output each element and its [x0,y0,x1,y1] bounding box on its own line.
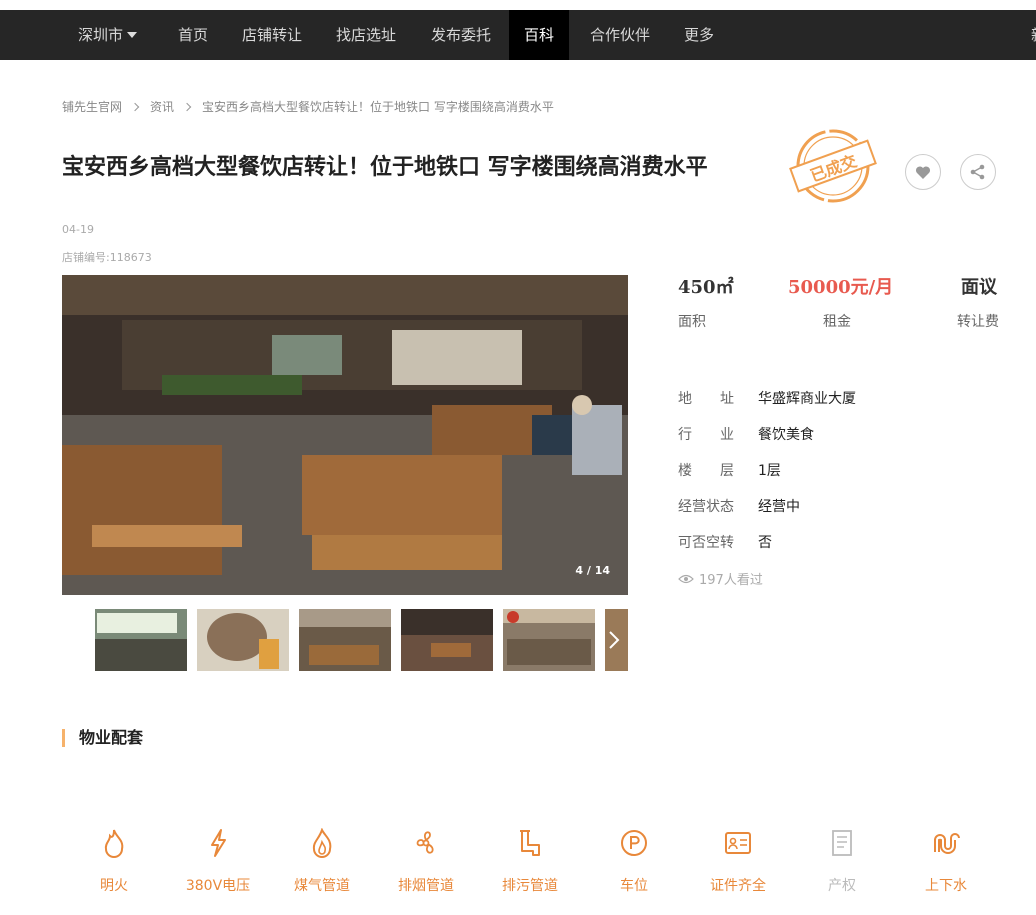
detail-key: 地 址 [678,391,734,407]
detail-key: 行 业 [678,427,734,443]
detail-key: 经营状态 [678,499,734,515]
amenity-label: 车位 [620,878,648,894]
nav-item-more[interactable]: 更多 [684,10,714,60]
favorite-button[interactable] [905,154,941,190]
sold-stamp: 已成交 [788,128,878,204]
view-count: 197人看过 [678,569,763,588]
pipe-icon [520,830,540,856]
detail-value: 餐饮美食 [758,427,814,443]
parking-icon [621,830,647,856]
stat-transfer-fee-value: 面议 [961,277,997,298]
view-count-text: 197人看过 [699,573,763,588]
stat-area: 450㎡ 面积 [678,273,734,331]
detail-value: 华盛辉商业大厦 [758,391,856,407]
amenity-label: 排烟管道 [398,878,454,894]
water-pipe-icon [934,833,960,854]
amenity-label: 煤气管道 [294,878,350,894]
main-photo[interactable]: 4 / 14 [62,275,628,595]
amenity-open-fire: 明火 [62,828,166,895]
chevron-right-icon [609,631,620,649]
detail-key: 可否空转 [678,535,734,551]
stat-transfer-fee-label: 转让费 [957,314,999,330]
thumbnail-3[interactable] [299,609,391,671]
amenity-parking: 车位 [582,828,686,895]
thumbnail-strip [95,609,628,671]
thumbnail-image [299,609,391,671]
gas-flame-icon [312,828,332,858]
thumbnail-image [95,609,187,671]
heart-icon [915,165,931,179]
nav-item-publish[interactable]: 发布委托 [431,10,491,60]
chevron-right-icon [182,102,192,111]
amenity-label: 380V电压 [185,878,251,894]
chevron-right-icon [130,102,140,111]
amenity-sewage-pipe: 排污管道 [478,828,582,895]
stat-rent-value: 50000元/月 [788,277,894,298]
thumbnail-4[interactable] [401,609,493,671]
amenity-gas-pipe: 煤气管道 [270,828,374,895]
amenity-label: 上下水 [925,878,967,894]
city-selector[interactable]: 深圳市 [78,10,138,60]
nav-item-shop-transfer[interactable]: 店铺转让 [242,10,302,60]
amenity-water: 上下水 [894,828,998,895]
thumbnail-image [503,609,595,671]
eye-icon [678,574,694,583]
nav-item-edge[interactable]: 新 [1031,10,1036,60]
stat-transfer-fee: 面议 转让费 [957,273,999,331]
share-button[interactable] [960,154,996,190]
amenity-label: 明火 [100,878,128,894]
amenity-label: 证件齐全 [710,878,766,894]
amenity-380v: 380V电压 [166,828,270,895]
amenity-property-right: 产权 [790,828,894,895]
city-label: 深圳市 [78,26,124,44]
breadcrumb-current: 宝安西乡高档大型餐饮店转让！位于地铁口 写字楼围绕高消费水平 [202,100,554,114]
thumbnail-next-button[interactable] [600,609,628,671]
stat-area-value: 450㎡ [678,277,734,298]
breadcrumb-news[interactable]: 资讯 [150,100,174,114]
share-icon [970,164,985,180]
amenity-license: 证件齐全 [686,828,790,895]
detail-value: 经营中 [758,499,800,515]
restaurant-photo [62,275,628,595]
caret-down-icon [127,32,138,38]
section-title-amenities: 物业配套 [62,729,143,747]
nav-item-home[interactable]: 首页 [178,10,208,60]
breadcrumb: 铺先生官网 资讯 宝安西乡高档大型餐饮店转让！位于地铁口 写字楼围绕高消费水平 [62,98,554,115]
amenity-label: 产权 [828,878,856,894]
amenity-label: 排污管道 [502,878,558,894]
top-nav: 深圳市 首页 店铺转让 找店选址 发布委托 百科 合作伙伴 更多 新 [0,10,1036,60]
thumbnail-2[interactable] [197,609,289,671]
stat-area-label: 面积 [678,314,706,330]
page-title: 宝安西乡高档大型餐饮店转让！位于地铁口 写字楼围绕高消费水平 [62,154,708,180]
thumbnail-5[interactable] [503,609,595,671]
document-icon [832,830,852,856]
nav-item-find-shop[interactable]: 找店选址 [336,10,396,60]
detail-key: 楼 层 [678,463,734,479]
nav-item-partners[interactable]: 合作伙伴 [590,10,650,60]
fire-icon [104,829,124,858]
stat-rent-label: 租金 [823,314,851,330]
listing-date: 04-19 [62,223,94,236]
fan-icon [416,831,434,854]
thumbnail-1[interactable] [95,609,187,671]
detail-value: 否 [758,535,772,551]
breadcrumb-home[interactable]: 铺先生官网 [62,100,122,114]
id-card-icon [725,832,751,854]
nav-item-wiki[interactable]: 百科 [509,10,569,60]
thumbnail-image [401,609,493,671]
photo-counter: 4 / 14 [575,564,610,577]
shop-id: 店铺编号:118673 [62,251,152,264]
top-band [0,0,1036,10]
thumbnail-image [197,609,289,671]
stat-rent: 50000元/月 租金 [788,273,893,331]
lightning-icon [211,829,226,857]
detail-value: 1层 [758,463,781,479]
amenity-smoke-pipe: 排烟管道 [374,828,478,895]
